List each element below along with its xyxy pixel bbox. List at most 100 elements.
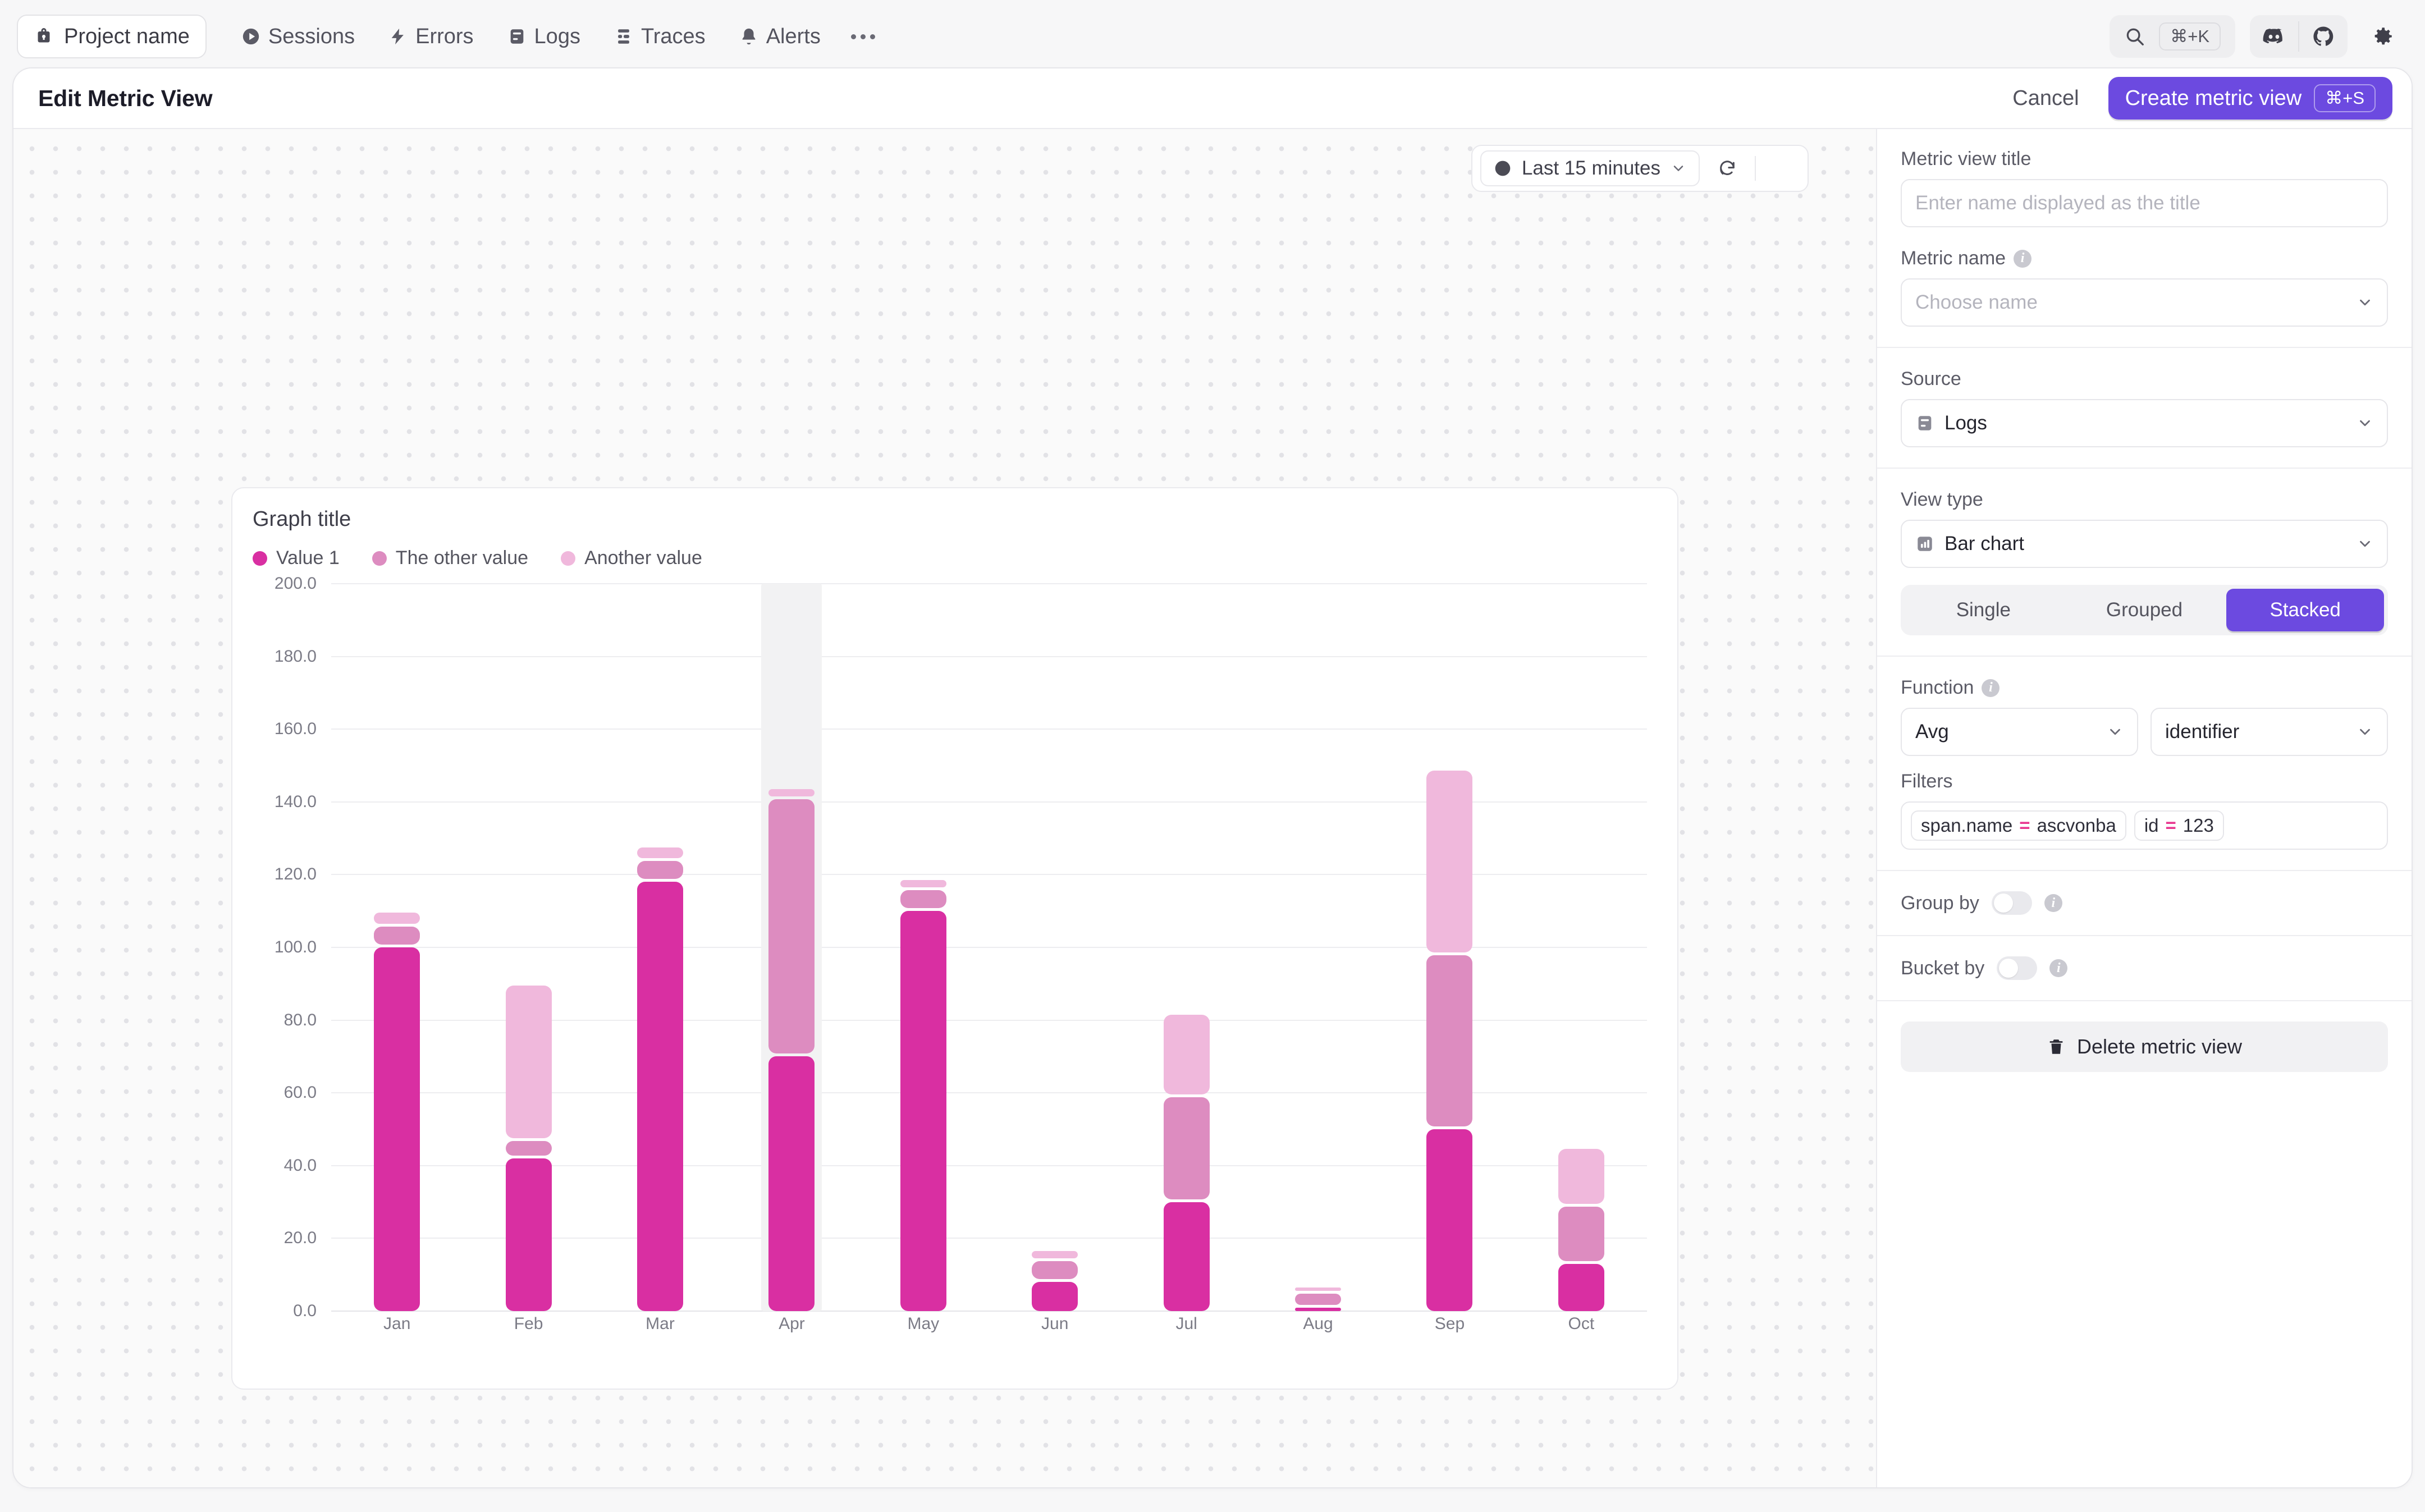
bar-segment[interactable]	[374, 947, 420, 1311]
create-metric-view-button[interactable]: Create metric view ⌘+S	[2108, 77, 2392, 120]
bar-segment[interactable]	[1164, 1015, 1210, 1095]
time-range-picker[interactable]: Last 15 minutes	[1480, 150, 1700, 186]
bar-column[interactable]	[858, 584, 989, 1311]
bar-column[interactable]	[1120, 584, 1252, 1311]
view-type-select[interactable]: Bar chart	[1901, 520, 2388, 568]
bar-column[interactable]	[1516, 584, 1647, 1311]
legend-swatch	[561, 551, 575, 566]
chevron-down-icon	[2357, 415, 2373, 432]
label-text: Filters	[1901, 771, 1953, 792]
legend-item[interactable]: The other value	[372, 547, 528, 569]
chart-more-button[interactable]	[1767, 150, 1800, 186]
discord-link-button[interactable]	[2250, 15, 2298, 58]
bar-segment[interactable]	[1032, 1251, 1078, 1258]
bar-segment[interactable]	[637, 847, 683, 858]
bar-column[interactable]	[1252, 584, 1384, 1311]
bucket-by-row: Bucket by i	[1901, 956, 2388, 980]
y-axis-tick-label: 80.0	[284, 1011, 317, 1030]
bar-column[interactable]	[989, 584, 1120, 1311]
gear-icon	[2371, 25, 2395, 48]
bell-icon	[739, 27, 758, 46]
bar-segment[interactable]	[900, 911, 946, 1311]
bar-segment[interactable]	[1426, 771, 1472, 952]
bar-segment[interactable]	[506, 986, 552, 1138]
nav-item-errors[interactable]: Errors	[372, 19, 490, 54]
info-icon[interactable]: i	[2049, 959, 2067, 977]
info-icon[interactable]: i	[2014, 250, 2031, 268]
bar-column[interactable]	[463, 584, 594, 1311]
metric-name-value: Choose name	[1915, 291, 2038, 314]
bar-segment[interactable]	[637, 882, 683, 1311]
filter-value: ascvonba	[2037, 815, 2116, 836]
filters-label: Filters	[1901, 771, 2388, 792]
x-axis-tick-label: Sep	[1384, 1314, 1515, 1334]
label-text: View type	[1901, 489, 1983, 511]
bar-segment[interactable]	[768, 1056, 815, 1311]
function-aggregate-select[interactable]: Avg	[1901, 708, 2138, 756]
y-axis-tick-label: 20.0	[284, 1229, 317, 1248]
bar-segment[interactable]	[1164, 1097, 1210, 1199]
bar-segment[interactable]	[1558, 1264, 1604, 1311]
bar-segment[interactable]	[1295, 1308, 1341, 1311]
legend-item[interactable]: Value 1	[253, 547, 340, 569]
info-icon[interactable]: i	[2044, 894, 2062, 912]
filter-chip[interactable]: span.name=ascvonba	[1911, 810, 2126, 841]
bar-segment[interactable]	[1426, 1129, 1472, 1311]
display-mode-grouped[interactable]: Grouped	[2066, 589, 2223, 631]
y-axis-tick-label: 100.0	[274, 938, 317, 957]
metric-view-title-input[interactable]: Enter name displayed as the title	[1901, 179, 2388, 227]
display-mode-single[interactable]: Single	[1905, 589, 2062, 631]
bar-column[interactable]	[726, 584, 857, 1311]
y-axis-tick-label: 120.0	[274, 865, 317, 884]
bar-column[interactable]	[331, 584, 463, 1311]
bar-column[interactable]	[1384, 584, 1515, 1311]
bar-segment[interactable]	[374, 927, 420, 945]
group-by-toggle[interactable]	[1992, 891, 2032, 915]
project-selector-button[interactable]: Project name	[17, 15, 207, 58]
bucket-by-toggle[interactable]	[1997, 956, 2037, 980]
bar-segment[interactable]	[374, 913, 420, 923]
graph-card[interactable]: Graph title Value 1The other valueAnothe…	[231, 487, 1678, 1390]
refresh-button[interactable]	[1711, 150, 1744, 186]
bar-segment[interactable]	[637, 861, 683, 879]
info-icon[interactable]: i	[1982, 679, 2000, 697]
display-mode-stacked[interactable]: Stacked	[2226, 589, 2384, 631]
editor-header-actions: Cancel Create metric view ⌘+S	[2002, 77, 2392, 120]
view-type-label: View type	[1901, 489, 2388, 511]
bar-chart-icon	[1915, 534, 1934, 553]
bar-segment[interactable]	[1032, 1261, 1078, 1279]
bar-segment[interactable]	[1295, 1288, 1341, 1291]
filter-value: 123	[2183, 815, 2214, 836]
bar-segment[interactable]	[900, 890, 946, 908]
chevron-down-icon	[1671, 161, 1686, 176]
bar-segment[interactable]	[900, 880, 946, 887]
bar-segment[interactable]	[1032, 1282, 1078, 1311]
function-column-select[interactable]: identifier	[2151, 708, 2388, 756]
nav-item-traces[interactable]: Traces	[597, 19, 722, 54]
cancel-button[interactable]: Cancel	[2002, 81, 2089, 116]
nav-more-button[interactable]	[838, 29, 889, 45]
source-select[interactable]: Logs	[1901, 399, 2388, 447]
metric-name-select[interactable]: Choose name	[1901, 278, 2388, 327]
legend-item[interactable]: Another value	[561, 547, 702, 569]
bar-segment[interactable]	[768, 799, 815, 1054]
nav-item-alerts[interactable]: Alerts	[722, 19, 838, 54]
bar-segment[interactable]	[1426, 955, 1472, 1126]
bar-segment[interactable]	[506, 1141, 552, 1156]
settings-button[interactable]	[2362, 16, 2404, 57]
nav-item-sessions[interactable]: Sessions	[225, 19, 372, 54]
global-search-button[interactable]: ⌘+K	[2110, 15, 2235, 58]
filter-chip[interactable]: id=123	[2134, 810, 2224, 841]
x-axis-tick-label: Feb	[463, 1314, 594, 1334]
github-link-button[interactable]	[2299, 15, 2348, 58]
delete-metric-view-button[interactable]: Delete metric view	[1901, 1021, 2388, 1072]
bar-segment[interactable]	[768, 789, 815, 796]
nav-item-logs[interactable]: Logs	[491, 19, 597, 54]
bar-segment[interactable]	[1295, 1294, 1341, 1304]
bar-segment[interactable]	[1164, 1202, 1210, 1311]
filters-input[interactable]: span.name=ascvonba id=123	[1901, 801, 2388, 850]
bar-segment[interactable]	[1558, 1149, 1604, 1203]
bar-segment[interactable]	[506, 1158, 552, 1311]
bar-segment[interactable]	[1558, 1207, 1604, 1261]
bar-column[interactable]	[594, 584, 726, 1311]
